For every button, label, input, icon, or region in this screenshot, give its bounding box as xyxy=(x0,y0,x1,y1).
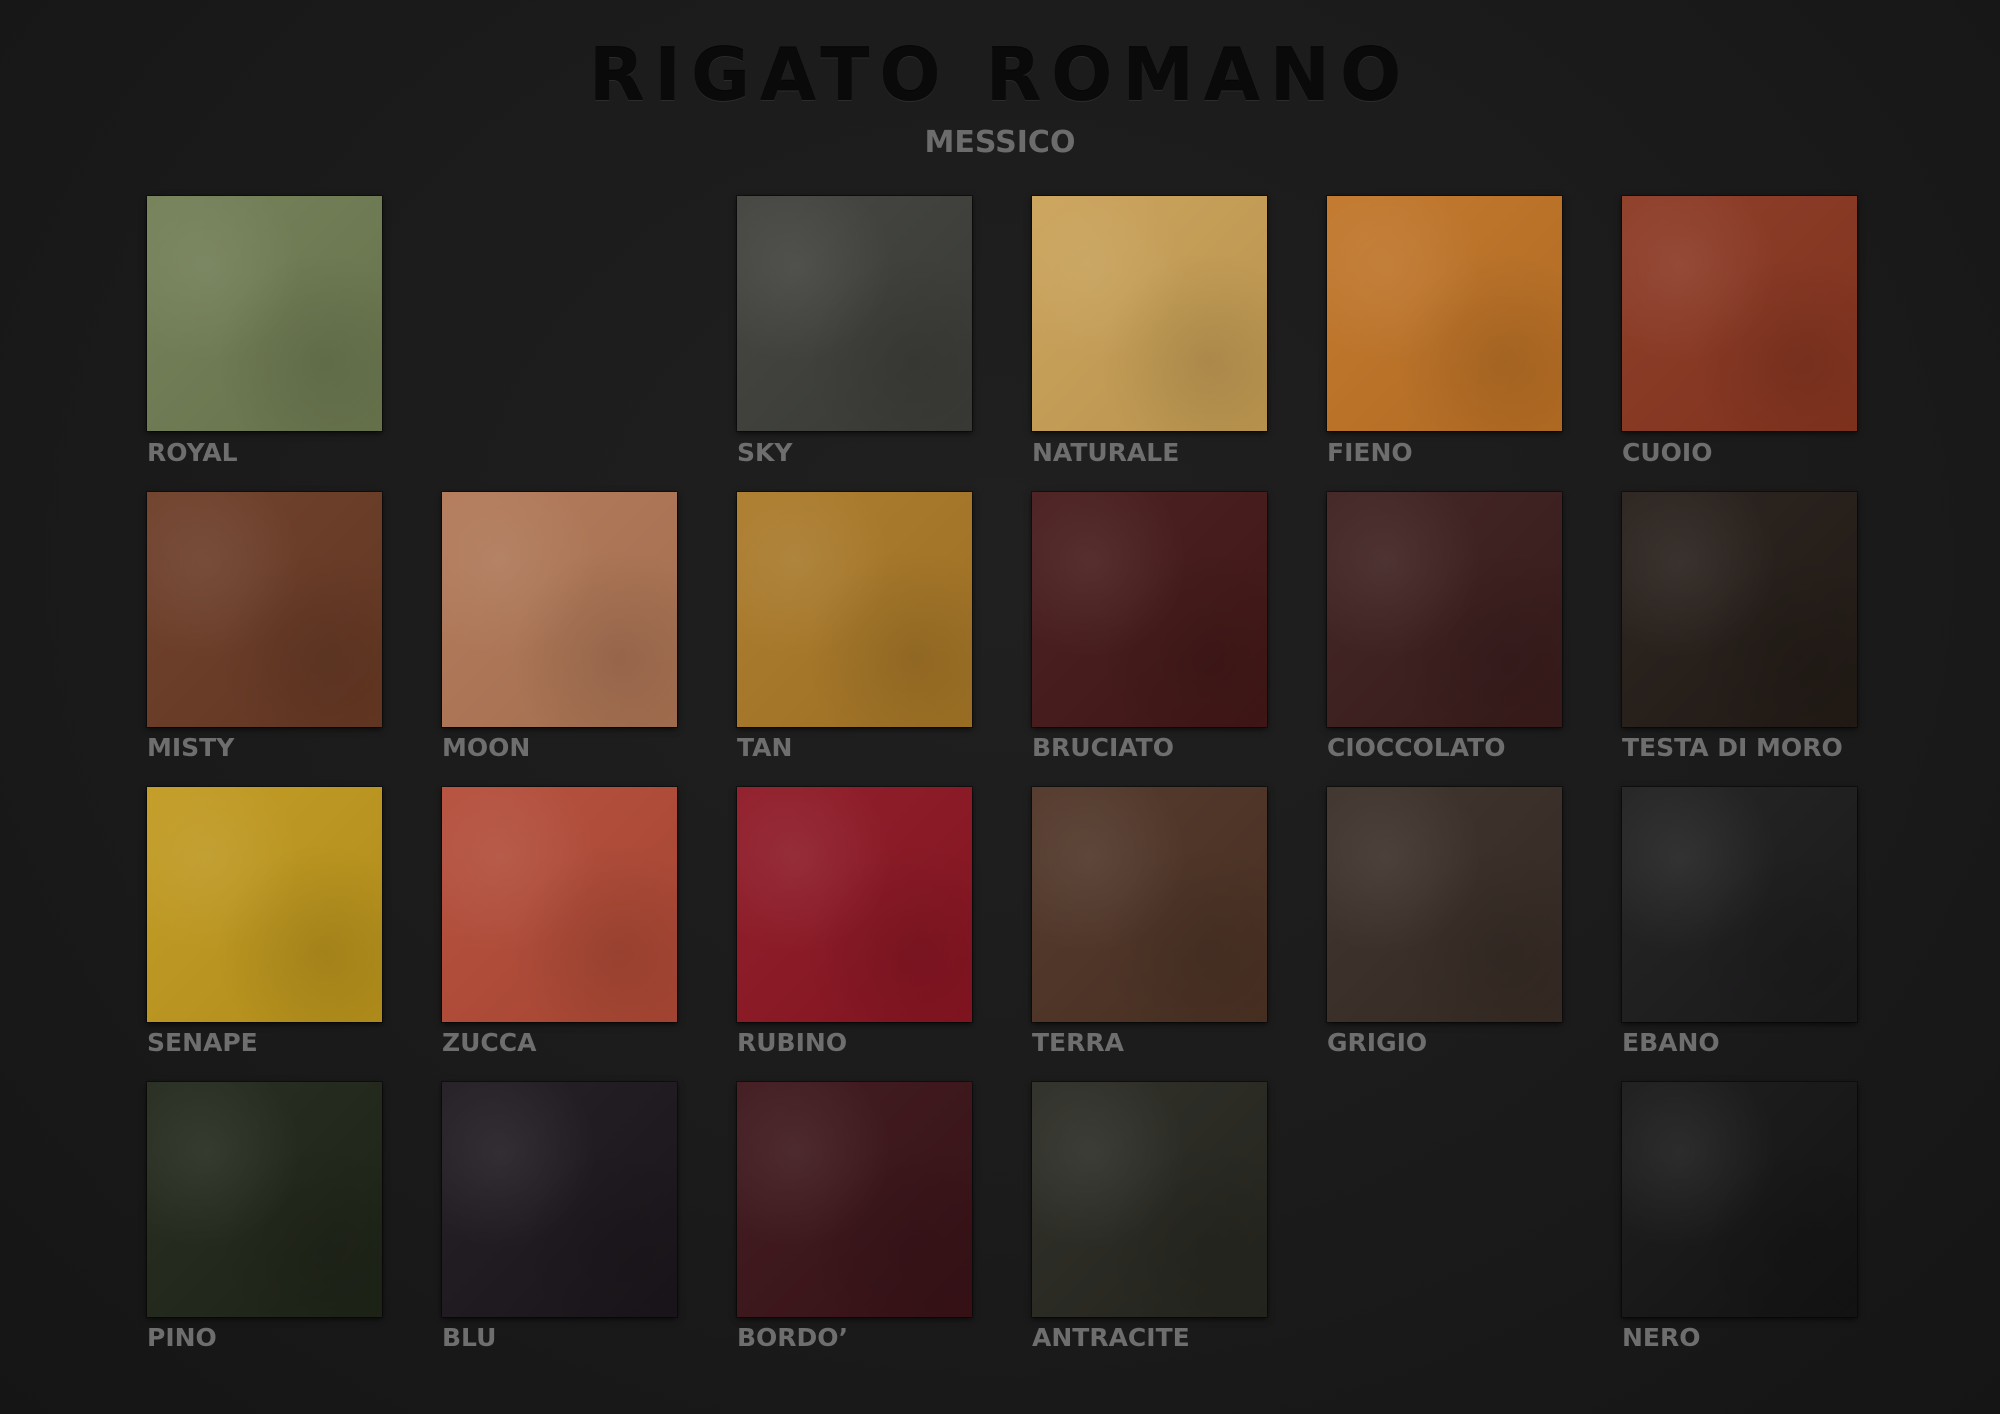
swatch-senape xyxy=(147,787,382,1022)
swatch-label-cioccolato: CIOCCOLATO xyxy=(1327,733,1506,762)
swatch-moon xyxy=(442,492,677,727)
swatch-tan xyxy=(737,492,972,727)
swatch-nero xyxy=(1622,1082,1857,1317)
swatch-cioccolato xyxy=(1327,492,1562,727)
swatch-label-bruciato: BRUCIATO xyxy=(1032,733,1174,762)
swatch-royal xyxy=(147,196,382,431)
swatch-label-blu: BLU xyxy=(442,1323,497,1352)
swatch-sky xyxy=(737,196,972,431)
swatch-fieno xyxy=(1327,196,1562,431)
swatch-bruciato xyxy=(1032,492,1267,727)
swatch-label-bordo: BORDO’ xyxy=(737,1323,849,1352)
swatch-zucca xyxy=(442,787,677,1022)
swatch-label-tan: TAN xyxy=(737,733,793,762)
swatch-label-testa-di-moro: TESTA DI MORO xyxy=(1622,733,1843,762)
swatch-label-rubino: RUBINO xyxy=(737,1028,848,1057)
swatch-label-fieno: FIENO xyxy=(1327,438,1413,467)
swatch-label-naturale: NATURALE xyxy=(1032,438,1180,467)
swatch-grigio xyxy=(1327,787,1562,1022)
swatch-label-terra: TERRA xyxy=(1032,1028,1124,1057)
swatch-label-cuoio: CUOIO xyxy=(1622,438,1713,467)
swatch-label-misty: MISTY xyxy=(147,733,235,762)
swatch-label-nero: NERO xyxy=(1622,1323,1701,1352)
swatch-cuoio xyxy=(1622,196,1857,431)
swatch-pino xyxy=(147,1082,382,1317)
swatch-label-royal: ROYAL xyxy=(147,438,238,467)
swatch-label-ebano: EBANO xyxy=(1622,1028,1720,1057)
swatch-label-pino: PINO xyxy=(147,1323,217,1352)
swatch-blu xyxy=(442,1082,677,1317)
swatch-label-zucca: ZUCCA xyxy=(442,1028,537,1057)
swatch-ebano xyxy=(1622,787,1857,1022)
collection-title: MESSICO xyxy=(924,125,1076,160)
brand-logo: RIGATO ROMANO xyxy=(588,33,1412,117)
swatch-label-moon: MOON xyxy=(442,733,531,762)
swatch-naturale xyxy=(1032,196,1267,431)
swatch-label-antracite: ANTRACITE xyxy=(1032,1323,1190,1352)
swatch-antracite xyxy=(1032,1082,1267,1317)
swatch-label-senape: SENAPE xyxy=(147,1028,258,1057)
swatch-misty xyxy=(147,492,382,727)
swatch-rubino xyxy=(737,787,972,1022)
swatch-label-grigio: GRIGIO xyxy=(1327,1028,1428,1057)
swatch-terra xyxy=(1032,787,1267,1022)
swatch-label-sky: SKY xyxy=(737,438,793,467)
swatch-bordo xyxy=(737,1082,972,1317)
swatch-testa-di-moro xyxy=(1622,492,1857,727)
